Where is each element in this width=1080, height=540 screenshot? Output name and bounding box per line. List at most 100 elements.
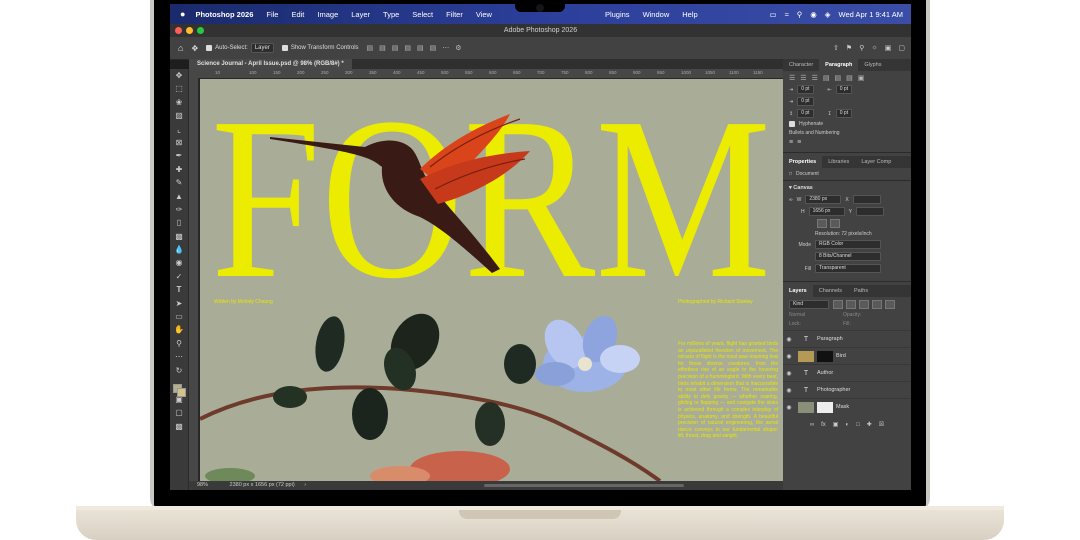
workspace-icon[interactable]: ▣ [885, 44, 892, 52]
menu-file[interactable]: File [266, 10, 278, 19]
eye-icon[interactable]: ◉ [783, 387, 795, 394]
battery-icon[interactable]: ▭ [769, 10, 776, 19]
artboard[interactable]: FORM Written by Melody Chaung Photograph… [200, 79, 783, 481]
menu-image[interactable]: Image [317, 10, 338, 19]
tab-glyphs[interactable]: Glyphs [858, 59, 887, 71]
layer-row[interactable]: ◉ T Author [783, 364, 911, 381]
path-select-tool-icon[interactable]: ➤ [170, 297, 188, 310]
close-window-button[interactable] [175, 27, 182, 34]
arrange-icon[interactable]: ▢ [898, 44, 905, 52]
apple-menu-icon[interactable]: ● [180, 9, 185, 19]
align-top-icon[interactable]: ▤ [404, 44, 411, 52]
menu-edit[interactable]: Edit [291, 10, 304, 19]
zoom-level[interactable]: 98% [197, 482, 208, 488]
space-after-field[interactable]: 0 pt [835, 109, 853, 118]
menu-select[interactable]: Select [412, 10, 433, 19]
adjustment-layer-icon[interactable]: ◐ [845, 422, 849, 428]
dodge-tool-icon[interactable]: ◉ [170, 256, 188, 269]
shape-filter-icon[interactable] [872, 300, 882, 309]
align-center-icon[interactable]: ▤ [379, 44, 386, 52]
fx-icon[interactable]: fx [821, 422, 826, 428]
pen-tool-icon[interactable]: ✓ [170, 270, 188, 283]
lasso-tool-icon[interactable]: ❀ [170, 96, 188, 109]
tab-paths[interactable]: Paths [848, 285, 874, 297]
justify-last-left-icon[interactable]: ▤ [823, 74, 830, 82]
space-before-field[interactable]: 0 pt [797, 109, 814, 118]
menu-type[interactable]: Type [383, 10, 399, 19]
trash-icon[interactable]: ☒ [879, 421, 884, 428]
menu-app-name[interactable]: Photoshop 2026 [195, 10, 253, 19]
align-left-icon[interactable]: ▤ [367, 44, 374, 52]
menu-plugins[interactable]: Plugins [605, 10, 630, 19]
auto-select-dropdown[interactable]: Layer [250, 43, 274, 53]
mode-dropdown[interactable]: RGB Color [815, 240, 881, 249]
bulleted-list-icon[interactable]: ≡ [789, 139, 793, 146]
move-tool-icon[interactable]: ✥ [170, 69, 188, 82]
align-center-text-icon[interactable]: ☰ [800, 74, 806, 82]
object-select-tool-icon[interactable]: ▨ [170, 109, 188, 122]
portrait-icon[interactable] [817, 219, 827, 228]
type-filter-icon[interactable] [859, 300, 869, 309]
blur-tool-icon[interactable]: 💧 [170, 243, 188, 256]
screen-mode-icon[interactable]: ▢ [170, 406, 188, 419]
link-layers-icon[interactable]: ∞ [810, 422, 814, 428]
group-icon[interactable]: □ [856, 422, 860, 428]
tab-character[interactable]: Character [783, 59, 819, 71]
x-field[interactable] [852, 195, 881, 204]
menu-filter[interactable]: Filter [446, 10, 463, 19]
distribute-icon[interactable]: ⋯ [442, 44, 449, 52]
align-middle-icon[interactable]: ▤ [417, 44, 424, 52]
zoom-tool-icon[interactable]: ⚲ [170, 337, 188, 350]
first-line-indent-field[interactable]: 0 pt [797, 97, 814, 106]
layer-row[interactable]: ◉ Bird [783, 347, 911, 364]
home-icon[interactable]: ⌂ [178, 43, 183, 53]
crop-tool-icon[interactable]: ⌞ [170, 123, 188, 136]
horizontal-ruler[interactable]: 10 100 150 200 250 300 350 400 450 500 5… [189, 69, 783, 78]
layer-row[interactable]: ◉ T Paragraph [783, 330, 911, 347]
align-left-text-icon[interactable]: ☰ [789, 74, 795, 82]
layer-kind-filter[interactable]: Kind [789, 300, 829, 309]
align-right-icon[interactable]: ▤ [392, 44, 399, 52]
tab-channels[interactable]: Channels [813, 285, 848, 297]
add-mask-icon[interactable]: ▣ [833, 421, 839, 428]
auto-select-checkbox[interactable] [206, 45, 213, 51]
search-icon[interactable]: ⚲ [797, 10, 803, 19]
frame-tool-icon[interactable]: ⊠ [170, 136, 188, 149]
move-tool-icon[interactable]: ✥ [191, 44, 198, 53]
justify-last-center-icon[interactable]: ▤ [834, 74, 841, 82]
eye-icon[interactable]: ◉ [783, 370, 795, 377]
zoom-window-button[interactable] [197, 27, 204, 34]
vertical-ruler[interactable] [189, 78, 198, 481]
justify-last-right-icon[interactable]: ▤ [846, 74, 853, 82]
status-arrow-icon[interactable]: › [304, 482, 306, 488]
menu-help[interactable]: Help [682, 10, 697, 19]
document-size[interactable]: 2380 px x 1656 px (72 ppi) [230, 482, 295, 488]
layer-row[interactable]: ◉ Mask [783, 398, 911, 415]
numbered-list-icon[interactable]: ≡ [797, 139, 801, 146]
tab-libraries[interactable]: Libraries [822, 156, 855, 168]
pixel-filter-icon[interactable] [833, 300, 843, 309]
more-tools-icon[interactable]: ⋯ [170, 350, 188, 363]
settings-gear-icon[interactable]: ⚙ [455, 44, 461, 52]
smart-filter-icon[interactable] [885, 300, 895, 309]
menu-view[interactable]: View [476, 10, 492, 19]
tab-properties[interactable]: Properties [783, 156, 823, 168]
adjustment-filter-icon[interactable] [846, 300, 856, 309]
edit-toolbar-icon[interactable]: ▩ [170, 420, 188, 433]
menu-window[interactable]: Window [643, 10, 670, 19]
menu-layer[interactable]: Layer [351, 10, 370, 19]
control-center-icon[interactable]: ◉ [810, 10, 817, 19]
eye-icon[interactable]: ◉ [783, 336, 795, 343]
tab-paragraph[interactable]: Paragraph [819, 59, 859, 71]
search-icon[interactable]: ⚲ [859, 44, 864, 52]
hyphenate-checkbox[interactable] [789, 121, 795, 127]
type-tool-icon[interactable]: T [170, 283, 188, 296]
history-brush-icon[interactable]: ✑ [170, 203, 188, 216]
swap-colors-icon[interactable]: ↻ [170, 364, 188, 377]
hand-tool-icon[interactable]: ✋ [170, 323, 188, 336]
brush-tool-icon[interactable]: ✎ [170, 176, 188, 189]
tab-layer-comps[interactable]: Layer Comp [855, 156, 897, 168]
canvas-section[interactable]: ▾ Canvas [789, 185, 905, 191]
document-tab[interactable]: Science Journal - April Issue.psd @ 98% … [189, 59, 352, 69]
gradient-tool-icon[interactable]: ▩ [170, 230, 188, 243]
